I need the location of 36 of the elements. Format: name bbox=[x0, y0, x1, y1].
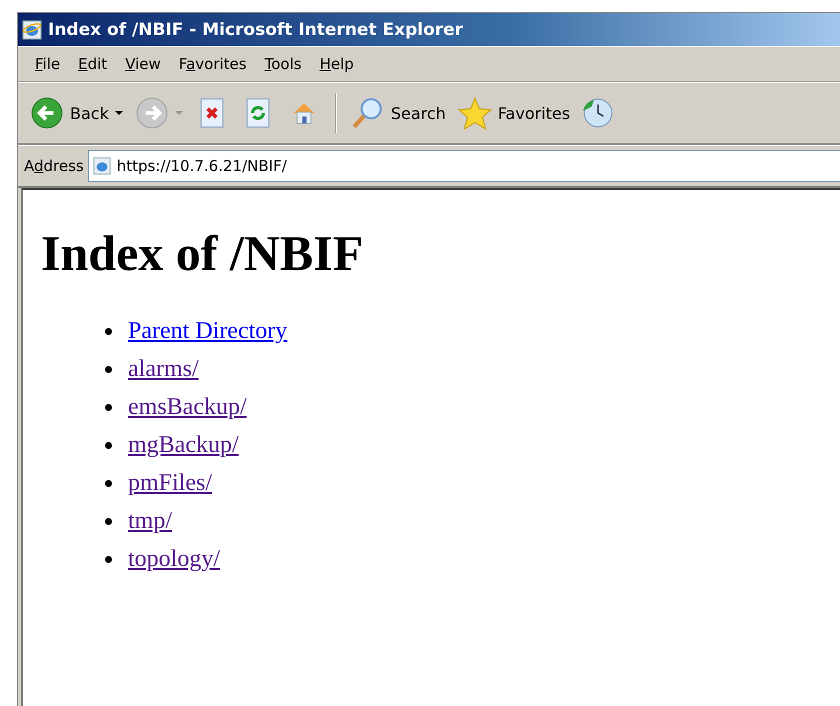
address-field[interactable]: https://10.7.6.21/NBIF/ bbox=[88, 150, 840, 182]
page-icon bbox=[92, 157, 111, 175]
search-icon bbox=[350, 96, 385, 130]
menu-item[interactable]: Help bbox=[310, 55, 363, 73]
address-label: Address bbox=[24, 157, 84, 175]
menu-item[interactable]: Tools bbox=[256, 55, 311, 73]
bullet-icon bbox=[105, 328, 112, 334]
bullet-icon bbox=[105, 480, 112, 486]
refresh-icon[interactable] bbox=[244, 97, 271, 129]
directory-link[interactable]: Parent Directory bbox=[128, 318, 288, 344]
bullet-icon bbox=[105, 404, 112, 410]
dropdown-caret-icon bbox=[114, 110, 123, 116]
bullet-icon bbox=[105, 366, 112, 372]
directory-link[interactable]: alarms/ bbox=[128, 356, 199, 382]
history-icon[interactable] bbox=[580, 96, 614, 130]
stop-icon[interactable] bbox=[198, 97, 225, 129]
window-title: Index of /NBIF - Microsoft Internet Explorer bbox=[48, 20, 464, 40]
bullet-icon bbox=[105, 556, 112, 562]
dropdown-caret-icon bbox=[174, 110, 183, 116]
menu-item[interactable]: View bbox=[116, 55, 170, 73]
favorites-button[interactable]: Favorites bbox=[456, 94, 572, 132]
menu-item[interactable]: File bbox=[26, 55, 70, 73]
search-button[interactable]: Search bbox=[348, 94, 448, 132]
back-button[interactable]: Back bbox=[28, 94, 125, 132]
bullet-icon bbox=[105, 518, 112, 524]
directory-link[interactable]: tmp/ bbox=[128, 508, 172, 534]
browser-logo-icon bbox=[22, 20, 42, 40]
menu-item[interactable]: Favorites bbox=[170, 55, 256, 73]
page-heading: Index of /NBIF bbox=[41, 224, 364, 282]
directory-link[interactable]: mgBackup/ bbox=[128, 432, 239, 458]
directory-link[interactable]: topology/ bbox=[128, 546, 220, 572]
directory-link[interactable]: emsBackup/ bbox=[128, 394, 247, 420]
menu-item[interactable]: Edit bbox=[69, 55, 116, 73]
directory-link[interactable]: pmFiles/ bbox=[128, 470, 212, 496]
bullet-icon bbox=[105, 442, 112, 448]
star-icon bbox=[458, 96, 492, 130]
